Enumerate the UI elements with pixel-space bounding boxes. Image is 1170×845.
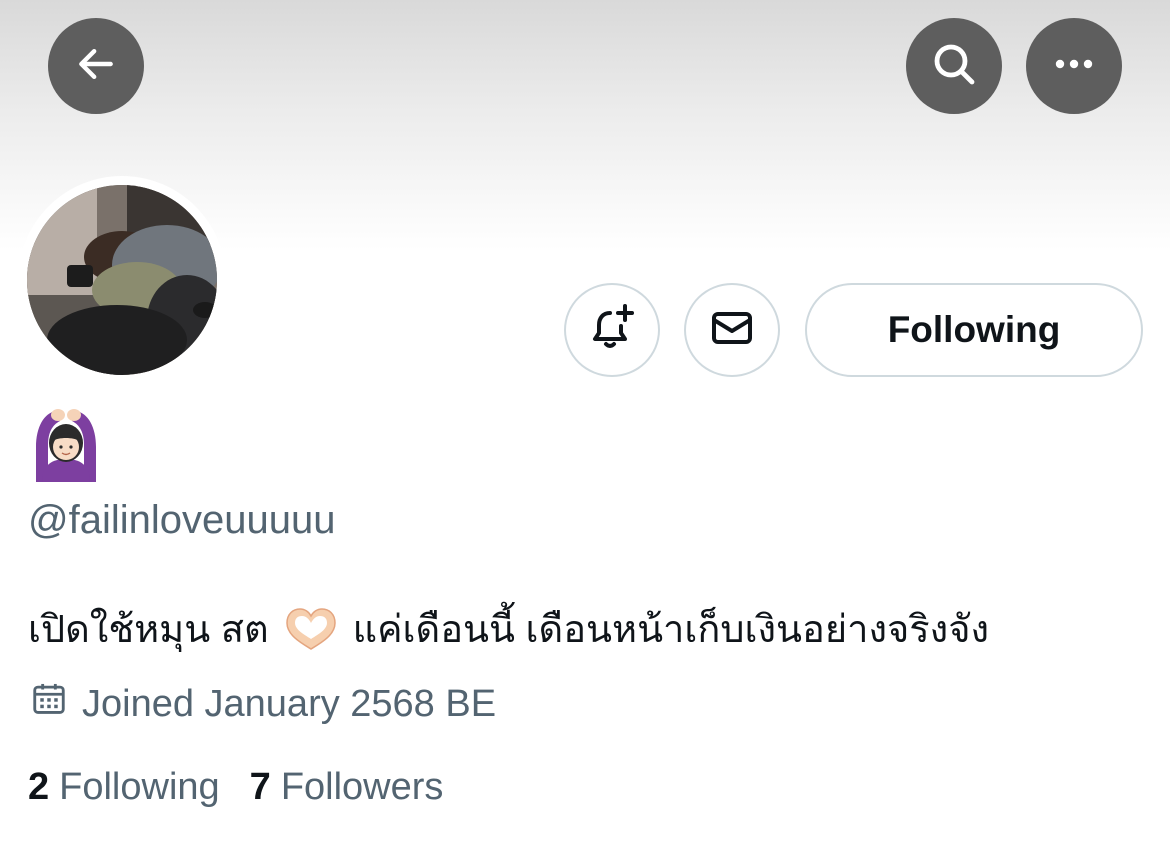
message-button[interactable] bbox=[684, 283, 780, 377]
bio-text-part2: แค่เดือนนี้ เดือนหน้าเก็บเงินอย่างจริงจั… bbox=[352, 609, 990, 651]
followers-count: 7 bbox=[249, 766, 271, 808]
followers-label: Followers bbox=[280, 766, 444, 808]
profile-handle: @failinloveuuuuu bbox=[28, 498, 336, 542]
search-icon bbox=[930, 40, 978, 93]
following-label: Following bbox=[59, 766, 220, 808]
back-button[interactable] bbox=[48, 18, 144, 114]
more-options-button[interactable] bbox=[1026, 18, 1122, 114]
following-count-link[interactable]: 2 Following bbox=[28, 766, 220, 809]
search-button[interactable] bbox=[906, 18, 1002, 114]
following-button[interactable]: Following bbox=[805, 283, 1143, 377]
join-date-text: Joined January 2568 BE bbox=[82, 682, 497, 725]
calendar-icon bbox=[30, 680, 68, 728]
following-count: 2 bbox=[28, 766, 50, 808]
arrow-left-icon bbox=[74, 42, 118, 91]
profile-bio: เปิดใช้หมุน สต 🫶🏻 แค่เดือนนี้ เดือนหน้าเ… bbox=[28, 598, 989, 659]
envelope-icon bbox=[708, 304, 756, 357]
bio-text-part1: เปิดใช้หมุน สต bbox=[28, 609, 269, 651]
following-button-label: Following bbox=[887, 309, 1061, 350]
join-date: Joined January 2568 BE bbox=[30, 680, 496, 728]
followers-count-link[interactable]: 7 Followers bbox=[250, 766, 444, 809]
avatar[interactable] bbox=[27, 185, 217, 375]
display-name: 🙆🏻‍♀️ bbox=[30, 407, 102, 482]
bell-plus-icon bbox=[586, 302, 638, 359]
person-gesturing-ok-icon bbox=[36, 409, 96, 482]
more-horizontal-icon bbox=[1052, 56, 1096, 77]
follow-stats: 2 Following 7 Followers bbox=[28, 766, 443, 809]
heart-hands-icon: 🫶🏻 bbox=[283, 605, 339, 653]
notifications-button[interactable] bbox=[564, 283, 660, 377]
